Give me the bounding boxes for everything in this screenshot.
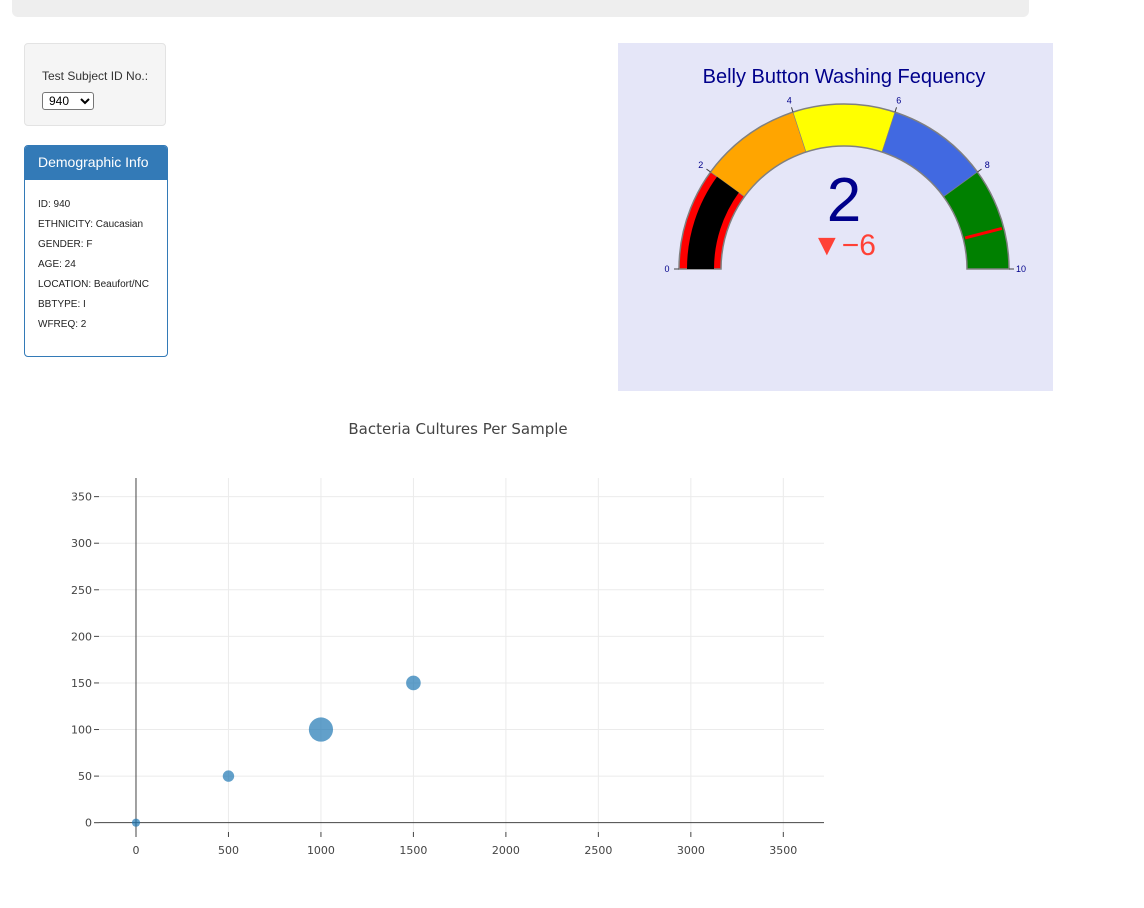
y-tick-label: 250 xyxy=(71,584,92,597)
y-tick-label: 0 xyxy=(85,817,92,830)
gauge-tick xyxy=(977,168,982,173)
gauge-value-bar xyxy=(687,176,739,269)
gauge-chart: Belly Button Washing Fequency 0 2 4 6 8 10 2 … xyxy=(618,43,1053,391)
gauge-delta: ▼−6 xyxy=(812,229,876,262)
subject-id-select[interactable]: 940 xyxy=(42,92,94,110)
bubble-point[interactable] xyxy=(308,717,334,742)
subject-selector-well: Test Subject ID No.: 940 xyxy=(24,43,166,126)
bubble-point[interactable] xyxy=(406,675,421,691)
gauge-tick xyxy=(706,168,711,173)
x-tick-label: 1000 xyxy=(307,844,335,857)
bubble-chart: Bacteria Cultures Per Sample 0 500 1000 150… xyxy=(71,420,824,857)
x-tick-label: 500 xyxy=(218,844,239,857)
y-tick-label: 200 xyxy=(71,630,92,643)
bubble-point[interactable] xyxy=(222,770,235,782)
gauge-band-2 xyxy=(792,103,896,153)
gauge-tick-label: 0 xyxy=(664,264,669,274)
x-tick-label: 2500 xyxy=(584,844,612,857)
subject-selector-label: Test Subject ID No.: xyxy=(42,69,149,83)
gauge-tick-label: 10 xyxy=(1016,264,1026,274)
gauge-tick xyxy=(790,107,794,113)
demographic-info-body: ID: 940 ETHNICITY: Caucasian GENDER: F A… xyxy=(25,180,167,338)
x-tick-label: 3000 xyxy=(677,844,705,857)
demographic-line-wfreq: WFREQ: 2 xyxy=(38,319,87,330)
gauge-title: Belly Button Washing Fequency xyxy=(703,66,986,88)
demographic-line-location: LOCATION: Beaufort/NC xyxy=(38,279,149,290)
demographic-info-heading: Demographic Info xyxy=(25,146,167,180)
x-tick-label: 1500 xyxy=(399,844,427,857)
gauge-svg: Belly Button Washing Fequency 024 6810 2 … xyxy=(664,66,1026,274)
y-tick-label: 350 xyxy=(71,491,92,504)
bubble-point[interactable] xyxy=(131,818,141,827)
gauge-value: 2 xyxy=(827,166,861,235)
y-tick-label: 150 xyxy=(71,677,92,690)
y-tick-label: 100 xyxy=(71,724,92,737)
demographic-line-bbtype: BBTYPE: I xyxy=(38,299,86,310)
demographic-line-age: AGE: 24 xyxy=(38,259,76,270)
bubble-chart-title: Bacteria Cultures Per Sample xyxy=(348,420,567,438)
gauge-tick-label: 6 xyxy=(896,96,901,106)
x-tick-label: 3500 xyxy=(769,844,797,857)
y-tick-label: 300 xyxy=(71,537,92,550)
x-tick-label: 0 xyxy=(132,844,139,857)
gauge-tick-label: 8 xyxy=(985,160,990,170)
top-bar xyxy=(12,0,1029,17)
gauge-tick xyxy=(894,107,898,113)
gauge-tick-label: 4 xyxy=(787,96,792,106)
gauge-tick-label: 2 xyxy=(698,160,703,170)
y-tick-label: 50 xyxy=(78,770,92,783)
demographic-info-panel: Demographic Info ID: 940 ETHNICITY: Cauc… xyxy=(24,145,168,357)
demographic-line-gender: GENDER: F xyxy=(38,239,93,250)
demographic-line-ethnicity: ETHNICITY: Caucasian xyxy=(38,219,144,230)
demographic-line-id: ID: 940 xyxy=(38,199,71,210)
x-tick-label: 2000 xyxy=(492,844,520,857)
